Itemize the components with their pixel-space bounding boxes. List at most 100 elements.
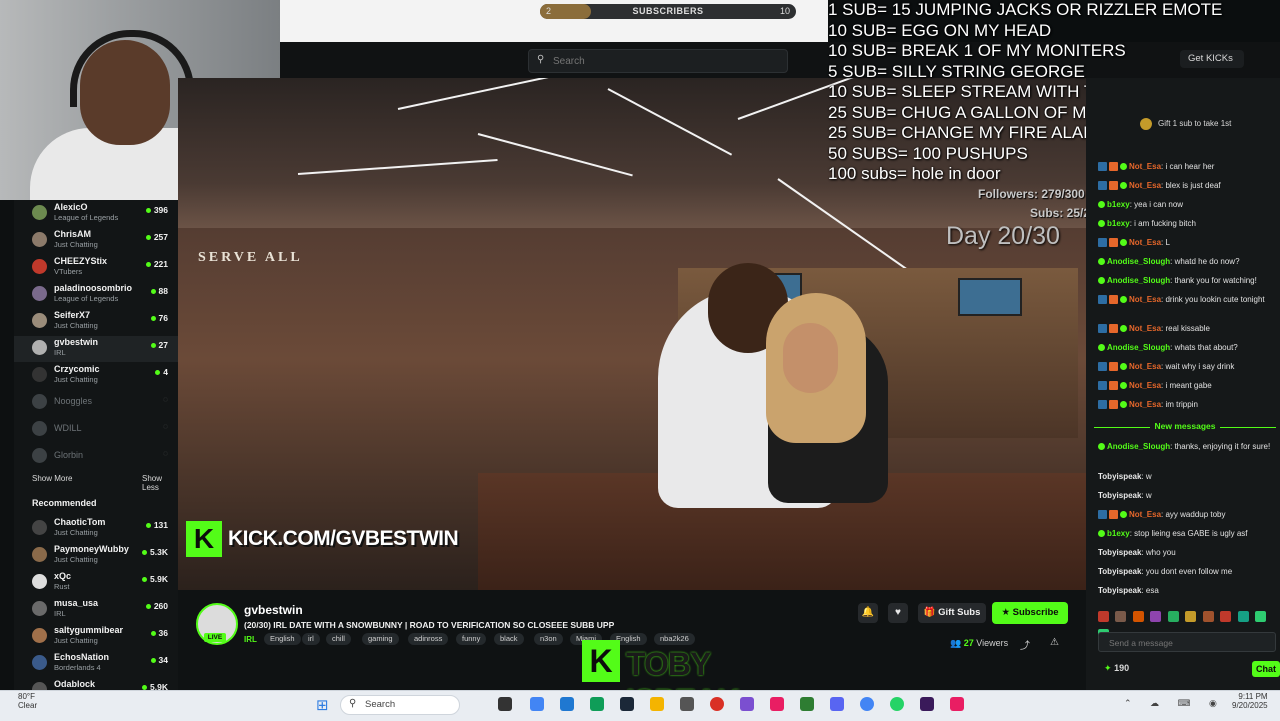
stream-tag[interactable]: gaming: [362, 633, 399, 645]
gift-banner[interactable]: Gift 1 sub to take 1st: [1140, 118, 1231, 130]
app-icon[interactable]: [680, 697, 694, 711]
chat-username[interactable]: Tobyispeak: [1098, 491, 1141, 500]
kicks-balance[interactable]: ✦ 190: [1104, 663, 1129, 674]
chat-input[interactable]: [1107, 636, 1261, 650]
chat-message[interactable]: Not_Esa: real kissable: [1098, 324, 1274, 334]
emote-icon[interactable]: [1132, 611, 1144, 622]
store-icon[interactable]: [560, 697, 574, 711]
chat-message[interactable]: Tobyispeak: w: [1098, 491, 1274, 501]
chat-username[interactable]: Not_Esa: [1129, 238, 1161, 247]
chat-send-button[interactable]: Chat: [1252, 661, 1280, 677]
whatsapp-icon[interactable]: [890, 697, 904, 711]
app-icon[interactable]: [800, 697, 814, 711]
chat-message[interactable]: Not_Esa: wait why i say drink: [1098, 362, 1274, 372]
chat-username[interactable]: Not_Esa: [1129, 181, 1161, 190]
chat-message[interactable]: Anodise_Slough: thanks, enjoying it for …: [1098, 442, 1274, 452]
sidebar-channel[interactable]: Odablock 5.9K: [14, 678, 178, 690]
sidebar-channel[interactable]: SeiferX7 Just Chatting 76: [14, 309, 178, 335]
chat-message[interactable]: b1exy: stop lieing esa GABE is ugly asf: [1098, 529, 1274, 539]
chat-message[interactable]: Not_Esa: i meant gabe: [1098, 381, 1274, 391]
show-less-button[interactable]: Show Less: [142, 474, 178, 492]
new-messages-divider[interactable]: New messages: [1090, 421, 1280, 433]
emote-icon[interactable]: [1167, 611, 1179, 622]
chat-message[interactable]: Not_Esa: im trippin: [1098, 400, 1274, 410]
chat-message[interactable]: Not_Esa: drink you lookin cute tonight: [1098, 295, 1274, 305]
stream-category[interactable]: IRL: [244, 635, 257, 644]
emote-icon[interactable]: [1220, 611, 1232, 622]
sidebar-channel[interactable]: paladinoosombrio League of Legends 88: [14, 282, 178, 308]
chat-username[interactable]: Not_Esa: [1129, 400, 1161, 409]
chat-message[interactable]: Not_Esa: i can hear her: [1098, 162, 1274, 172]
file-explorer-icon[interactable]: [650, 697, 664, 711]
subscribe-button[interactable]: ★ Subscribe: [992, 602, 1068, 624]
search-bar[interactable]: ⚲: [528, 49, 788, 73]
opera-icon[interactable]: [710, 697, 724, 711]
heart-icon[interactable]: ♥: [888, 603, 908, 623]
bell-icon[interactable]: 🔔: [858, 603, 878, 623]
chat-message[interactable]: Anodise_Slough: whats that about?: [1098, 343, 1274, 353]
steam-icon[interactable]: [620, 697, 634, 711]
stream-tag[interactable]: irl: [302, 633, 320, 645]
chat-username[interactable]: Not_Esa: [1129, 295, 1161, 304]
chat-message[interactable]: Not_Esa: ayy waddup toby: [1098, 510, 1274, 520]
emote-icon[interactable]: [1185, 611, 1197, 622]
chat-username[interactable]: b1exy: [1107, 200, 1130, 209]
chat-username[interactable]: Not_Esa: [1129, 381, 1161, 390]
chat-input-box[interactable]: [1098, 632, 1276, 652]
search-input[interactable]: [551, 53, 775, 69]
stream-tag[interactable]: adinross: [408, 633, 449, 645]
emote-icon[interactable]: [1115, 611, 1127, 622]
chat-message[interactable]: Not_Esa: L: [1098, 238, 1274, 248]
emote-icon[interactable]: [1255, 611, 1267, 622]
chat-username[interactable]: Not_Esa: [1129, 510, 1161, 519]
taskbar-clock[interactable]: 9:11 PM 9/20/2025: [1232, 692, 1268, 710]
edge-icon[interactable]: [590, 697, 604, 711]
chat-username[interactable]: Anodise_Slough: [1107, 343, 1170, 352]
chat-username[interactable]: Not_Esa: [1129, 362, 1161, 371]
show-more-button[interactable]: Show More: [32, 474, 72, 483]
chat-username[interactable]: Anodise_Slough: [1107, 442, 1170, 451]
report-icon[interactable]: ⚠: [1050, 637, 1059, 648]
windows-start-icon[interactable]: ⊞: [316, 696, 329, 714]
app-icon[interactable]: [920, 697, 934, 711]
app-icon[interactable]: [740, 697, 754, 711]
chat-username[interactable]: Tobyispeak: [1098, 586, 1141, 595]
chat-message[interactable]: Tobyispeak: who you: [1098, 548, 1274, 558]
stream-tag[interactable]: chill: [326, 633, 351, 645]
sidebar-channel[interactable]: CHEEZYStix VTubers 221: [14, 255, 178, 281]
chat-message[interactable]: Anodise_Slough: thank you for watching!: [1098, 276, 1274, 286]
chrome-icon[interactable]: [530, 697, 544, 711]
stream-tag[interactable]: black: [494, 633, 524, 645]
app-icon[interactable]: [770, 697, 784, 711]
stream-tag[interactable]: English: [264, 633, 301, 645]
emote-icon[interactable]: [1150, 611, 1162, 622]
chat-message[interactable]: Anodise_Slough: whatd he do now?: [1098, 257, 1274, 267]
chat-message[interactable]: Tobyispeak: w: [1098, 472, 1274, 482]
chat-message[interactable]: b1exy: i am fucking bitch: [1098, 219, 1274, 229]
stream-tag[interactable]: funny: [456, 633, 487, 645]
taskbar-search[interactable]: ⚲ Search: [340, 695, 460, 715]
chat-message[interactable]: b1exy: yea i can now: [1098, 200, 1274, 210]
task-view-icon[interactable]: [498, 697, 512, 711]
chrome-icon[interactable]: [860, 697, 874, 711]
emote-bar[interactable]: [1098, 609, 1280, 640]
emote-icon[interactable]: [1098, 611, 1109, 622]
weather-widget[interactable]: 80°F Clear: [18, 692, 37, 710]
gift-subs-button[interactable]: 🎁 Gift Subs: [918, 603, 986, 623]
chat-username[interactable]: Tobyispeak: [1098, 567, 1141, 576]
sidebar-channel[interactable]: Nooggles ◌: [14, 390, 178, 416]
chat-username[interactable]: Tobyispeak: [1098, 472, 1141, 481]
sidebar-channel[interactable]: musa_usa IRL 260: [14, 597, 178, 623]
chat-message[interactable]: Tobyispeak: you dont even follow me: [1098, 567, 1274, 577]
sidebar-channel[interactable]: saltygummibear Just Chatting 36: [14, 624, 178, 650]
chat-message[interactable]: Not_Esa: blex is just deaf: [1098, 181, 1274, 191]
sidebar-channel[interactable]: gvbestwin IRL 27: [14, 336, 178, 362]
sidebar-channel[interactable]: ChrisAM Just Chatting 257: [14, 228, 178, 254]
system-tray[interactable]: ⌃ ☁ ⌨ ◉: [1124, 698, 1225, 709]
chat-username[interactable]: b1exy: [1107, 219, 1130, 228]
chat-username[interactable]: Anodise_Slough: [1107, 276, 1170, 285]
sidebar-channel[interactable]: Glorbin ◌: [14, 444, 178, 470]
sidebar-channel[interactable]: EchosNation Borderlands 4 34: [14, 651, 178, 677]
sidebar-channel[interactable]: PaymoneyWubby Just Chatting 5.3K: [14, 543, 178, 569]
share-icon[interactable]: ⤴: [1020, 637, 1030, 652]
